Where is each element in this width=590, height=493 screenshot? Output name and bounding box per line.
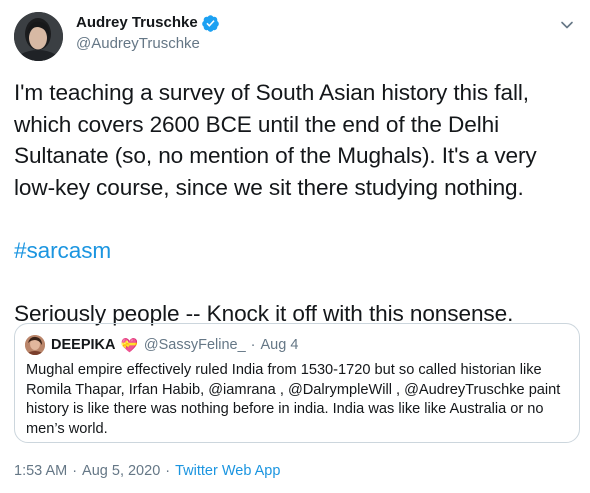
tweet-text: I'm teaching a survey of South Asian his… <box>14 77 579 329</box>
chevron-down-icon[interactable] <box>558 16 576 34</box>
quoted-tweet-text: Mughal empire effectively ruled India fr… <box>26 362 561 437</box>
heart-gift-emoji-icon: 💝 <box>120 336 138 353</box>
tweet-time[interactable]: 1:53 AM <box>14 461 67 481</box>
quoted-separator: · <box>250 337 256 353</box>
avatar-image <box>14 12 63 61</box>
quoted-handle: @SassyFeline_ <box>143 337 246 353</box>
tweet-card: Audrey Truschke @AudreyTruschke I'm teac… <box>0 0 590 493</box>
author-handle[interactable]: @AudreyTruschke <box>76 34 200 54</box>
meta-separator: · <box>165 463 171 479</box>
tweet-date[interactable]: Aug 5, 2020 <box>82 461 160 481</box>
hashtag-link[interactable]: #sarcasm <box>14 238 111 263</box>
quoted-tweet[interactable]: DEEPIKA 💝 @SassyFeline_ · Aug 4 Mughal e… <box>14 323 580 443</box>
author-display-name[interactable]: Audrey Truschke <box>76 13 198 33</box>
quoted-tweet-header: DEEPIKA 💝 @SassyFeline_ · Aug 4 <box>25 334 298 356</box>
verified-badge-icon <box>201 14 220 33</box>
meta-separator: · <box>72 463 78 479</box>
tweet-source-link[interactable]: Twitter Web App <box>175 461 280 481</box>
quoted-avatar <box>25 335 45 355</box>
quoted-display-name: DEEPIKA <box>51 337 116 353</box>
tweet-metadata: 1:53 AM · Aug 5, 2020 · Twitter Web App <box>14 461 280 481</box>
author-name-row: Audrey Truschke <box>76 13 220 33</box>
avatar[interactable] <box>14 12 63 61</box>
tweet-text-main: I'm teaching a survey of South Asian his… <box>14 80 543 200</box>
quoted-date: Aug 4 <box>260 337 299 353</box>
